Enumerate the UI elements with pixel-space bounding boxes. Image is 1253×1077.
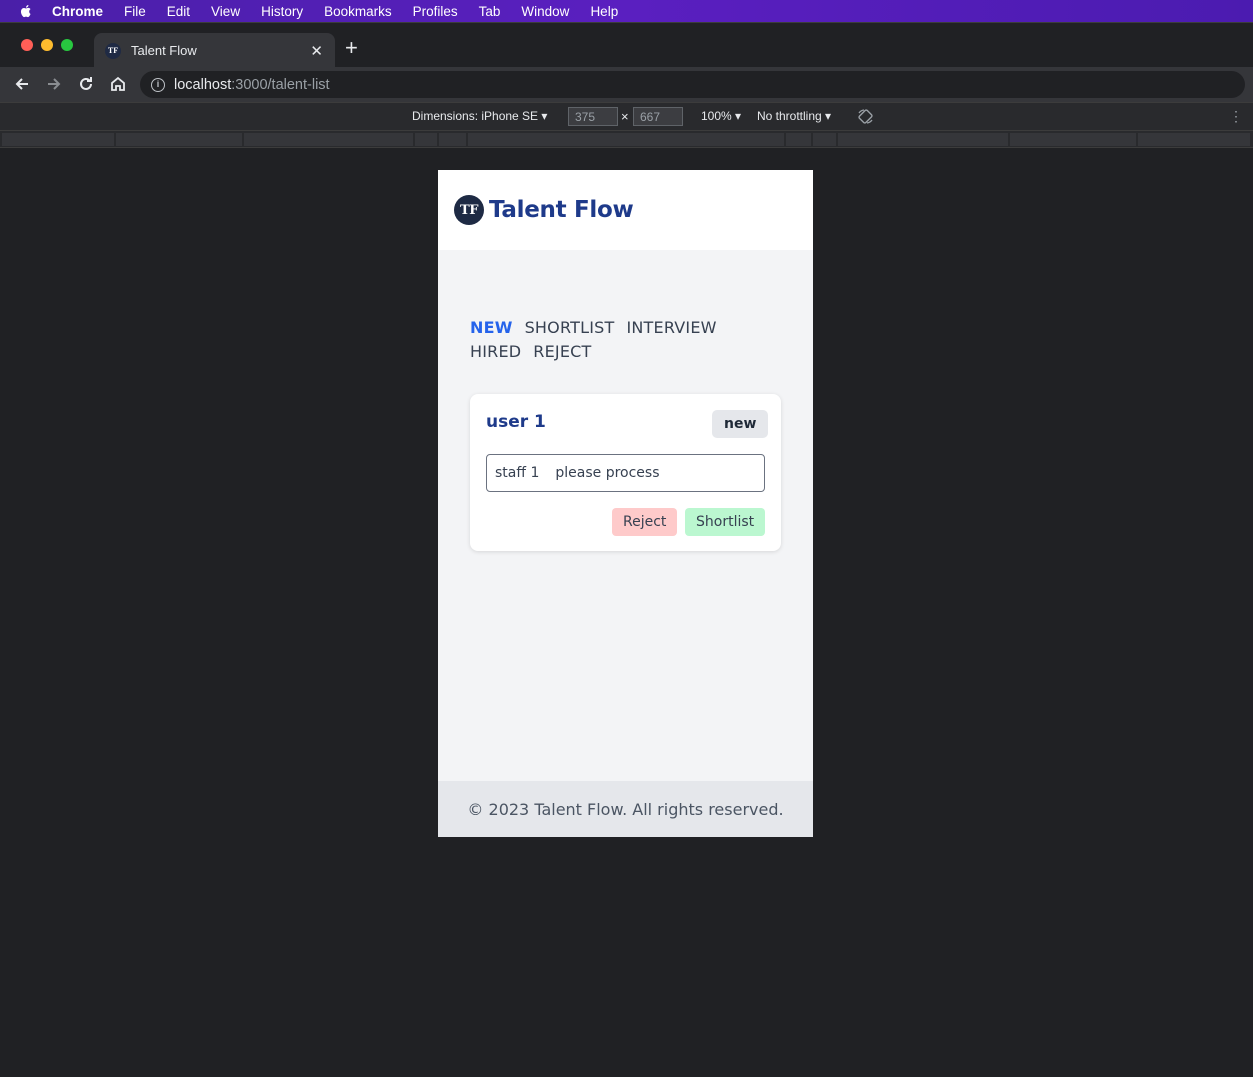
zoom-label: 100%: [701, 109, 732, 123]
media-query-segment[interactable]: [1138, 133, 1250, 146]
media-query-segment[interactable]: [468, 133, 784, 146]
candidate-card: user 1 new staff 1 please process Reject…: [470, 394, 781, 551]
back-arrow-icon[interactable]: [13, 75, 31, 93]
browser-tab[interactable]: TF Talent Flow ✕: [94, 33, 335, 68]
rotate-icon[interactable]: [857, 108, 874, 125]
note-text: please process: [555, 465, 660, 481]
media-query-segment[interactable]: [2, 133, 114, 146]
media-query-segment[interactable]: [838, 133, 1008, 146]
device-dimensions-select[interactable]: Dimensions: iPhone SE ▾: [412, 109, 547, 123]
menu-help[interactable]: Help: [590, 4, 618, 19]
media-query-segment[interactable]: [415, 133, 437, 146]
home-icon[interactable]: [109, 75, 127, 93]
menu-edit[interactable]: Edit: [167, 4, 190, 19]
menu-view[interactable]: View: [211, 4, 240, 19]
menu-profiles[interactable]: Profiles: [413, 4, 458, 19]
url-path: :3000/talent-list: [231, 76, 330, 93]
brand-title[interactable]: Talent Flow: [489, 197, 634, 223]
throttling-select[interactable]: No throttling ▾: [757, 109, 831, 123]
tab-title: Talent Flow: [131, 43, 197, 58]
reject-button[interactable]: Reject: [612, 508, 678, 536]
tab-interview[interactable]: INTERVIEW: [626, 316, 716, 340]
media-query-ruler: [0, 130, 1253, 148]
logo-icon[interactable]: TF: [454, 195, 484, 225]
zoom-window-button[interactable]: [61, 39, 73, 51]
dimension-times-icon: ×: [621, 109, 629, 124]
menu-chrome[interactable]: Chrome: [52, 4, 103, 19]
tab-close-icon[interactable]: ✕: [310, 42, 323, 60]
reload-icon[interactable]: [77, 75, 95, 93]
tab-new[interactable]: NEW: [470, 316, 513, 340]
device-height-input[interactable]: 667: [633, 107, 683, 126]
media-query-segment[interactable]: [244, 133, 413, 146]
staff-note: staff 1 please process: [486, 454, 765, 492]
tab-hired[interactable]: HIRED: [470, 340, 521, 364]
media-query-segment[interactable]: [1010, 133, 1136, 146]
menu-window[interactable]: Window: [521, 4, 569, 19]
status-badge: new: [712, 410, 769, 438]
site-info-icon[interactable]: i: [151, 77, 165, 92]
menu-file[interactable]: File: [124, 4, 146, 19]
media-query-segment[interactable]: [786, 133, 811, 146]
minimize-window-button[interactable]: [41, 39, 53, 51]
zoom-select[interactable]: 100% ▾: [701, 109, 741, 123]
device-viewport: TF Talent Flow NEW SHORTLIST INTERVIEW HIRE…: [438, 170, 813, 837]
device-width-input[interactable]: 375: [568, 107, 618, 126]
app-header: TF Talent Flow: [438, 170, 813, 250]
apple-icon[interactable]: [18, 3, 34, 19]
more-options-icon[interactable]: ⋮: [1229, 108, 1243, 125]
note-author: staff 1: [495, 465, 540, 481]
device-toolbar: Dimensions: iPhone SE ▾ 375 × 667 100% ▾…: [0, 102, 1253, 130]
footer-copyright: © 2023 Talent Flow. All rights reserved.: [467, 799, 784, 819]
tab-reject[interactable]: REJECT: [533, 340, 591, 364]
media-query-segment[interactable]: [439, 133, 466, 146]
close-window-button[interactable]: [21, 39, 33, 51]
device-dimensions-label: Dimensions: iPhone SE: [412, 109, 539, 123]
throttling-label: No throttling: [757, 109, 822, 123]
tab-favicon-icon: TF: [105, 42, 121, 59]
media-query-segment[interactable]: [813, 133, 836, 146]
menu-history[interactable]: History: [261, 4, 303, 19]
shortlist-button[interactable]: Shortlist: [685, 508, 766, 536]
address-bar[interactable]: i localhost:3000/talent-list: [140, 71, 1245, 98]
browser-tab-strip: TF Talent Flow ✕ +: [0, 22, 1253, 68]
status-tabs: NEW SHORTLIST INTERVIEW HIRED REJECT: [470, 316, 790, 364]
url-host: localhost: [174, 76, 232, 93]
browser-toolbar: i localhost:3000/talent-list: [0, 67, 1253, 102]
menu-tab[interactable]: Tab: [479, 4, 501, 19]
tab-shortlist[interactable]: SHORTLIST: [525, 316, 615, 340]
app-footer: © 2023 Talent Flow. All rights reserved.: [438, 781, 813, 837]
menu-bookmarks[interactable]: Bookmarks: [324, 4, 392, 19]
candidate-name: user 1: [486, 412, 546, 432]
media-query-segment[interactable]: [116, 133, 242, 146]
forward-arrow-icon[interactable]: [45, 75, 63, 93]
macos-menu-bar: Chrome File Edit View History Bookmarks …: [0, 0, 1253, 22]
new-tab-icon[interactable]: +: [345, 37, 358, 59]
